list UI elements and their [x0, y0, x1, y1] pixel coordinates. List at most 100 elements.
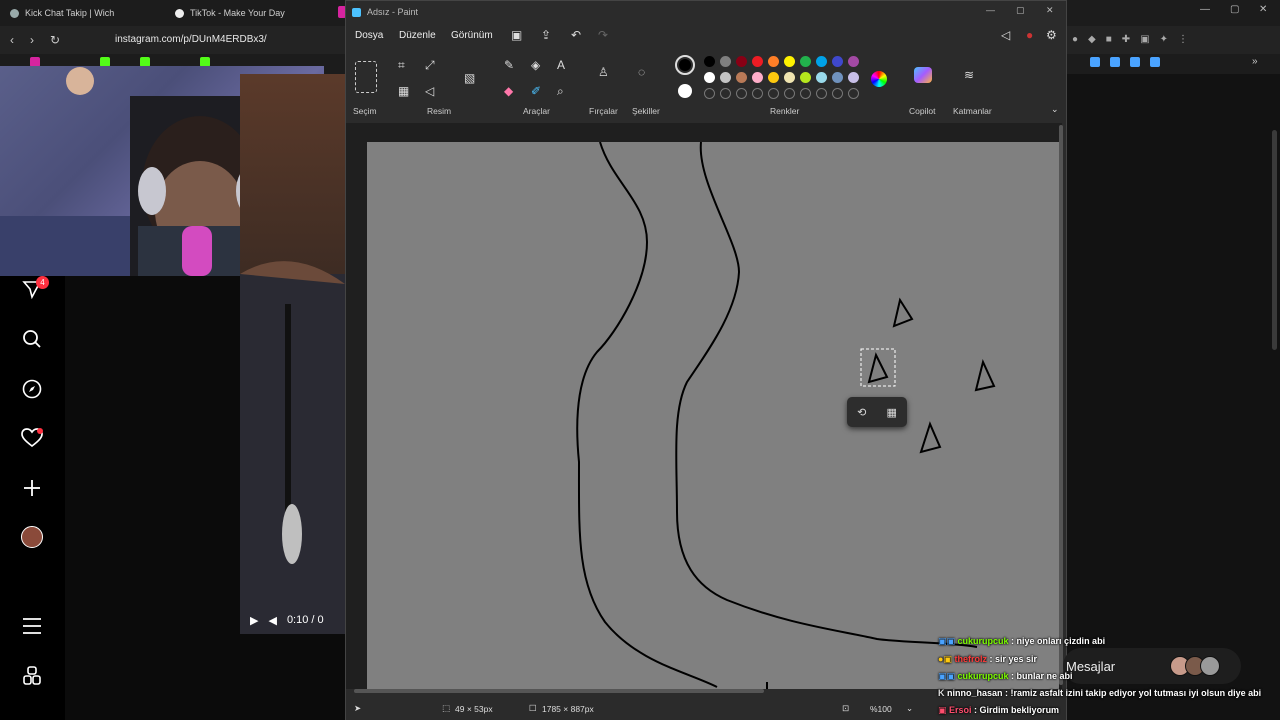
color-swatch[interactable]: [736, 88, 747, 99]
color-swatch[interactable]: [752, 56, 763, 67]
scrollbar[interactable]: [1272, 130, 1277, 350]
fit-to-window-icon[interactable]: ⊡: [842, 703, 849, 714]
redo-icon[interactable]: ↷: [598, 28, 608, 42]
share-icon[interactable]: ⇪: [541, 28, 551, 42]
sidebar-item-threads[interactable]: [18, 662, 46, 690]
color-swatch[interactable]: [848, 72, 859, 83]
extension-icon[interactable]: ✚: [1122, 34, 1130, 46]
url-field[interactable]: instagram.com/p/DUnM4ERDBx3/: [115, 34, 267, 45]
drawing-canvas[interactable]: [367, 141, 1059, 689]
reload-icon[interactable]: ↻: [50, 33, 60, 47]
extension-icon[interactable]: ◆: [1088, 34, 1096, 46]
color-swatch[interactable]: [768, 56, 779, 67]
feedback-icon[interactable]: ◁: [1001, 28, 1010, 42]
maximize-icon[interactable]: ▢: [1016, 5, 1025, 16]
sidebar-item-notifications[interactable]: [18, 424, 46, 452]
color-swatch[interactable]: [784, 88, 795, 99]
bookmark-icon[interactable]: [1110, 57, 1120, 67]
color-swatch[interactable]: [704, 88, 715, 99]
bookmark-icon[interactable]: [1090, 57, 1100, 67]
zoom-level[interactable]: %100: [870, 704, 892, 714]
primary-color[interactable]: [675, 55, 695, 75]
browser-tab[interactable]: TikTok - Make Your Day: [175, 4, 285, 22]
image-creator-icon[interactable]: ▧: [464, 71, 475, 85]
selection-tool-icon[interactable]: [355, 61, 377, 93]
color-swatch[interactable]: [832, 56, 843, 67]
color-swatch[interactable]: [784, 56, 795, 67]
menu-edit[interactable]: Düzenle: [399, 30, 436, 41]
sidebar-item-more[interactable]: [18, 612, 46, 640]
color-swatch[interactable]: [752, 88, 763, 99]
text-icon[interactable]: A: [557, 58, 565, 72]
sidebar-item-create[interactable]: [18, 474, 46, 502]
rotate-selection-icon[interactable]: ⟲: [857, 406, 866, 419]
color-swatch[interactable]: [848, 88, 859, 99]
color-swatch[interactable]: [800, 88, 811, 99]
rotate-icon[interactable]: ◁: [425, 84, 434, 98]
bookmark-icon[interactable]: [1130, 57, 1140, 67]
undo-icon[interactable]: ↶: [571, 28, 581, 42]
color-swatch[interactable]: [800, 72, 811, 83]
color-swatch[interactable]: [736, 56, 747, 67]
edit-colors-icon[interactable]: [871, 71, 887, 87]
crop-icon[interactable]: ⌗: [398, 58, 405, 73]
magnifier-icon[interactable]: ⌕: [557, 84, 564, 99]
bookmarks-overflow-icon[interactable]: »: [1252, 56, 1258, 67]
color-swatch[interactable]: [704, 72, 715, 83]
settings-icon[interactable]: ⚙: [1046, 28, 1057, 42]
color-swatch[interactable]: [816, 72, 827, 83]
color-swatch[interactable]: [848, 56, 859, 67]
color-swatch[interactable]: [704, 56, 715, 67]
color-swatch[interactable]: [736, 72, 747, 83]
layers-icon[interactable]: ≋: [964, 68, 974, 82]
close-icon[interactable]: ✕: [1046, 5, 1054, 16]
color-swatch[interactable]: [720, 88, 731, 99]
extension-icon[interactable]: ■: [1106, 34, 1112, 46]
instagram-video[interactable]: [240, 74, 345, 634]
brush-icon[interactable]: ♙: [598, 65, 609, 79]
menu-file[interactable]: Dosya: [355, 30, 383, 41]
minimize-icon[interactable]: —: [986, 5, 995, 15]
color-swatch[interactable]: [816, 56, 827, 67]
browser-tab[interactable]: Kick Chat Takip | Wich: [10, 4, 114, 22]
volume-icon[interactable]: ◀: [268, 614, 276, 627]
color-swatch[interactable]: [784, 72, 795, 83]
back-icon[interactable]: ‹: [10, 33, 14, 47]
sidebar-item-search[interactable]: [18, 325, 46, 353]
sidebar-item-profile[interactable]: [18, 523, 46, 551]
select-all-icon[interactable]: ▦: [887, 406, 897, 419]
color-swatch[interactable]: [768, 88, 779, 99]
extension-icon[interactable]: ▣: [1140, 34, 1149, 46]
fill-icon[interactable]: ◈: [531, 58, 540, 72]
chevron-down-icon[interactable]: ⌄: [906, 703, 913, 714]
puzzle-icon[interactable]: ✦: [1160, 34, 1168, 46]
color-swatch[interactable]: [752, 72, 763, 83]
color-swatch[interactable]: [720, 72, 731, 83]
color-picker-icon[interactable]: ✐: [531, 84, 541, 98]
copilot-icon[interactable]: [914, 67, 932, 83]
color-swatch[interactable]: [800, 56, 811, 67]
sidebar-item-explore[interactable]: [18, 375, 46, 403]
color-swatch[interactable]: [832, 88, 843, 99]
record-icon[interactable]: ●: [1026, 28, 1033, 42]
pencil-icon[interactable]: ✎: [504, 58, 514, 72]
menu-view[interactable]: Görünüm: [451, 30, 493, 41]
close-icon[interactable]: ✕: [1259, 4, 1267, 15]
horizontal-scrollbar[interactable]: [354, 689, 764, 693]
maximize-icon[interactable]: ▢: [1230, 4, 1239, 15]
extension-icon[interactable]: ●: [1072, 34, 1078, 46]
play-icon[interactable]: ▶: [250, 614, 258, 627]
color-swatch[interactable]: [832, 72, 843, 83]
minimize-icon[interactable]: —: [1200, 4, 1210, 15]
eraser-icon[interactable]: ◆: [504, 84, 513, 98]
menu-icon[interactable]: ⋮: [1178, 34, 1188, 46]
shapes-icon[interactable]: ◌: [638, 65, 645, 79]
extension-icons[interactable]: ● ◆ ■ ✚ ▣ ✦ ⋮: [1072, 34, 1272, 46]
color-swatch[interactable]: [720, 56, 731, 67]
resize-icon[interactable]: ⤢: [425, 58, 435, 73]
vertical-scrollbar[interactable]: [1059, 125, 1063, 685]
bookmark-icon[interactable]: [1150, 57, 1160, 67]
chevron-down-icon[interactable]: ⌄: [1051, 104, 1059, 115]
secondary-color[interactable]: [678, 84, 692, 98]
select-all-icon[interactable]: ▦: [398, 84, 409, 98]
